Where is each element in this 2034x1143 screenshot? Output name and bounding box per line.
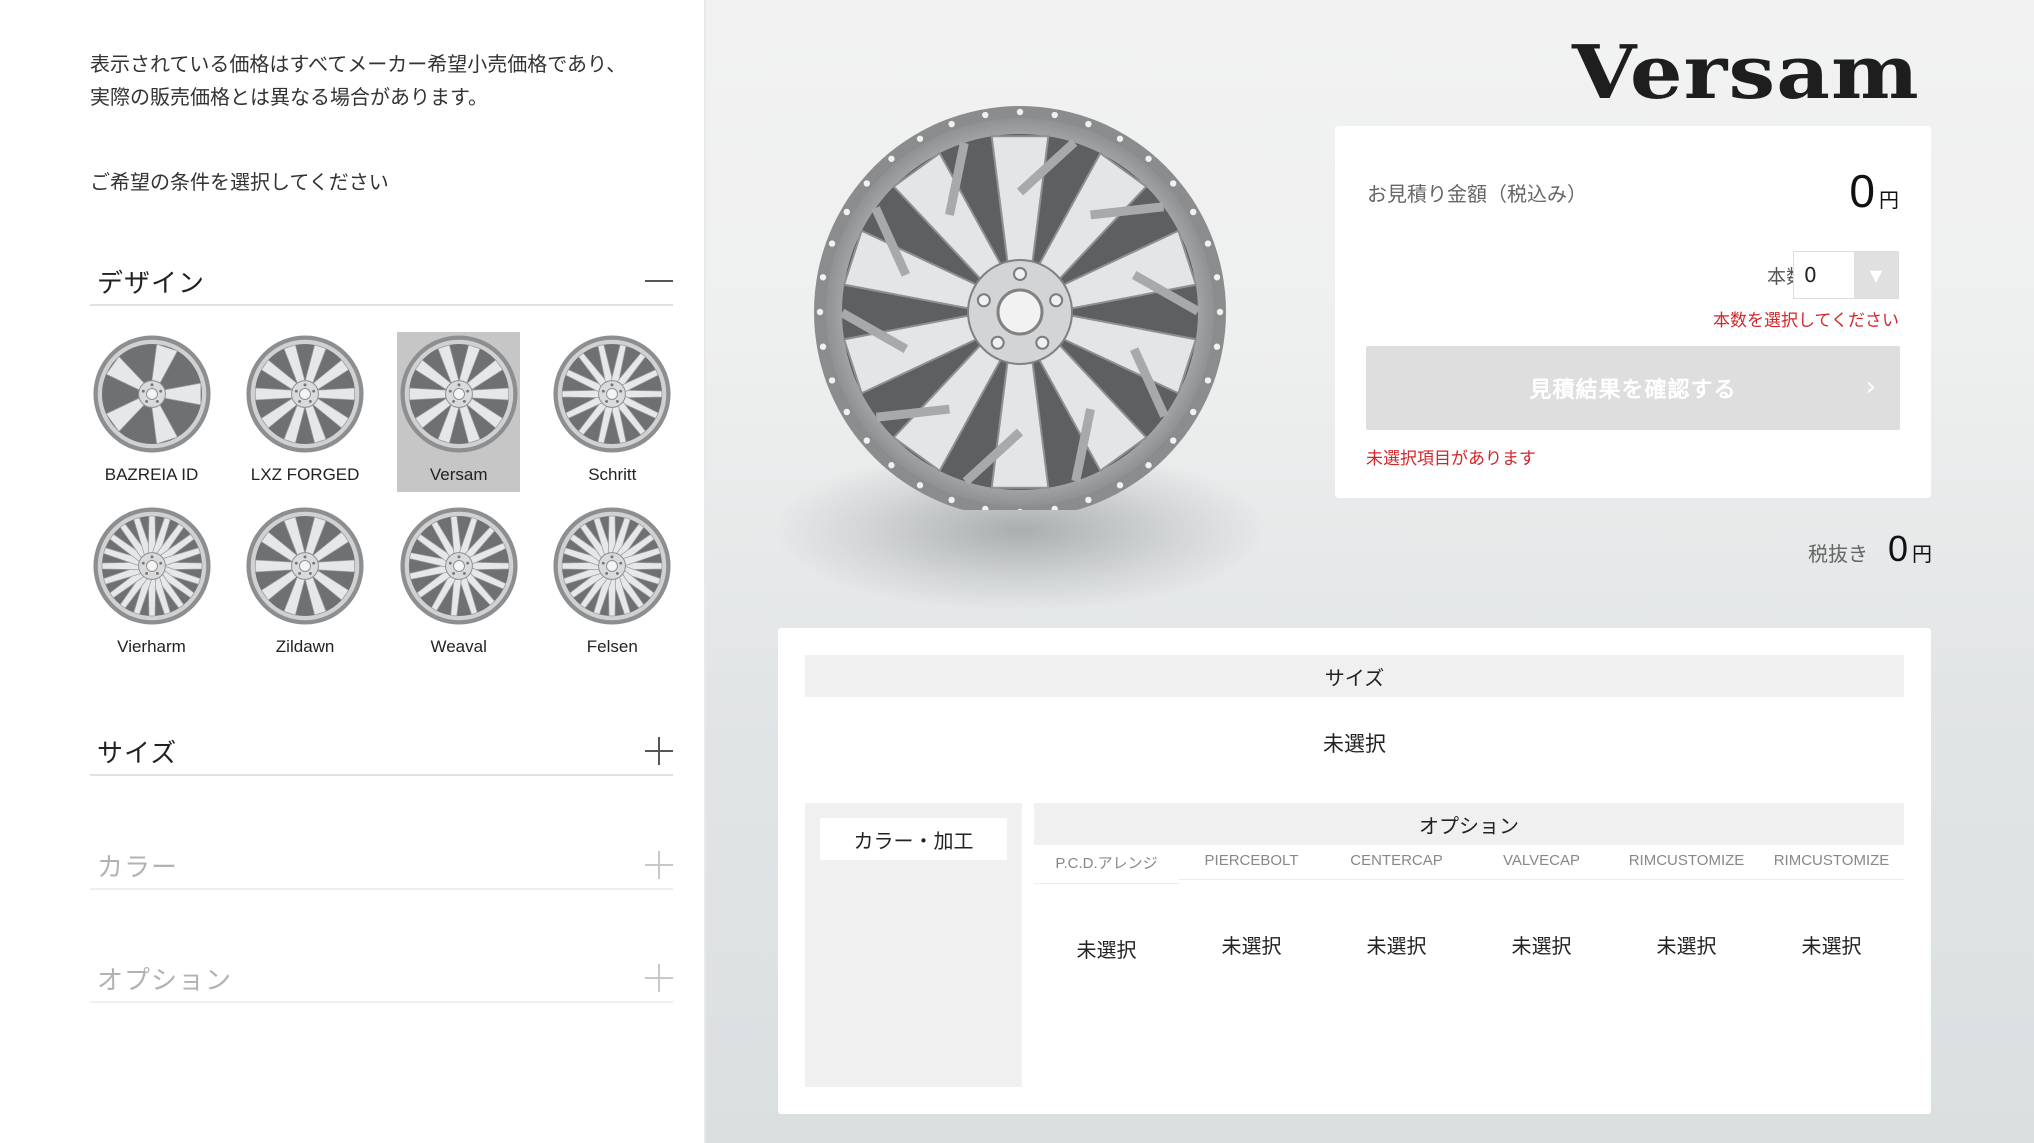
selection-summary: サイズ 未選択 カラー・加工 オプション P.C.D.アレンジ 未選択 PIERCE… <box>778 628 1931 1114</box>
tax-excluded-unit: 円 <box>1912 542 1932 566</box>
expand-icon[interactable] <box>645 964 673 992</box>
section-size-title: サイズ <box>97 738 178 769</box>
quote-amount: 0 円 <box>1849 164 1899 218</box>
price-notice: 表示されている価格はすべてメーカー希望小売価格であり、 実際の販売価格とは異なる… <box>90 48 690 114</box>
option-column: VALVECAP 未選択 <box>1469 852 1614 963</box>
option-column: CENTERCAP 未選択 <box>1324 852 1469 963</box>
summary-size-header: サイズ <box>805 655 1904 697</box>
option-column-header: RIMCUSTOMIZE <box>1614 852 1759 880</box>
design-option-felsen[interactable]: Felsen <box>551 504 674 664</box>
price-notice-line-2: 実際の販売価格とは異なる場合があります。 <box>90 85 488 109</box>
unselected-warning: 未選択項目があります <box>1366 449 1536 469</box>
option-column-header: PIERCEBOLT <box>1179 852 1324 880</box>
option-column-value: 未選択 <box>1656 934 1717 958</box>
design-option-schritt[interactable]: Schritt <box>551 332 674 492</box>
summary-option-header: オプション <box>1034 803 1904 845</box>
design-option-lxz-forged[interactable]: LXZ FORGED <box>244 332 367 492</box>
expand-icon[interactable] <box>645 737 673 765</box>
option-column: RIMCUSTOMIZE 未選択 <box>1614 852 1759 963</box>
section-size-header[interactable]: サイズ <box>90 728 673 776</box>
design-option-vierharm[interactable]: Vierharm <box>90 504 213 664</box>
design-option-label: Weaval <box>430 637 487 656</box>
wheel-thumbnail <box>244 332 367 455</box>
option-column: P.C.D.アレンジ未選択 <box>1034 852 1179 963</box>
design-option-label: Felsen <box>586 637 638 656</box>
design-grid: BAZREIA ID LXZ FORGED Versam Schritt Vierhar… <box>90 332 674 664</box>
option-column-value: 未選択 <box>1366 934 1427 958</box>
wheel-preview <box>770 90 1270 630</box>
summary-size-value: 未選択 <box>1323 732 1386 756</box>
option-column: PIERCEBOLT 未選択 <box>1179 852 1324 963</box>
option-column-value: 未選択 <box>1076 938 1137 962</box>
design-option-label: Zildawn <box>275 637 335 656</box>
design-option-label: BAZREIA ID <box>104 465 199 484</box>
design-option-label: Versam <box>429 465 488 484</box>
wheel-thumbnail <box>551 504 674 627</box>
section-color-title: カラー <box>97 852 179 883</box>
option-column-header: VALVECAP <box>1469 852 1614 880</box>
option-column: RIMCUSTOMIZE 未選択 <box>1759 852 1904 963</box>
quote-label: お見積り金額（税込み） <box>1367 182 1587 206</box>
wheel-thumbnail <box>90 332 213 455</box>
summary-option-columns: P.C.D.アレンジ 未選択 PIERCEBOLT 未選択 CENTERCAP 未選択 VA… <box>1034 852 1904 963</box>
quantity-value: 0 <box>1804 263 1817 287</box>
quantity-error: 本数を選択してください <box>1713 311 1899 331</box>
price-notice-line-1: 表示されている価格はすべてメーカー希望小売価格であり、 <box>90 52 627 76</box>
section-option-header[interactable]: オプション <box>90 955 673 1003</box>
quote-amount-unit: 円 <box>1879 188 1899 212</box>
selection-prompt: ご希望の条件を選択してください <box>90 170 389 194</box>
section-design-title: デザイン <box>97 268 206 299</box>
option-column-header: RIMCUSTOMIZE <box>1759 852 1904 880</box>
option-column-value: 未選択 <box>1221 934 1282 958</box>
tax-excluded-label: 税抜き <box>1807 542 1868 566</box>
quote-card: お見積り金額（税込み） 0 円 本数 0 ▼ 本数を選択してください 見積結果を… <box>1335 126 1931 498</box>
chevron-down-icon[interactable]: ▼ <box>1854 252 1898 298</box>
design-option-label: Schritt <box>588 465 637 484</box>
confirm-estimate-label: 見積結果を確認する <box>1529 378 1737 403</box>
configurator-panel: 表示されている価格はすべてメーカー希望小売価格であり、 実際の販売価格とは異なる… <box>0 0 704 1143</box>
wheel-thumbnail <box>551 332 674 455</box>
section-option-title: オプション <box>97 965 233 996</box>
tax-excluded-value: 0 <box>1887 528 1908 569</box>
tax-excluded-price: 税抜き 0 円 <box>1808 528 1932 570</box>
quote-amount-value: 0 <box>1849 165 1875 217</box>
option-column-header: P.C.D.アレンジ <box>1034 852 1179 884</box>
brand-logo: Versam <box>1572 30 1920 116</box>
collapse-icon[interactable] <box>645 267 673 295</box>
chevron-right-icon: › <box>1865 372 1876 402</box>
wheel-thumbnail <box>244 504 367 627</box>
wheel-preview-image <box>814 106 1226 518</box>
option-column-value: 未選択 <box>1511 934 1572 958</box>
expand-icon[interactable] <box>645 851 673 879</box>
wheel-thumbnail <box>397 504 520 627</box>
confirm-estimate-button[interactable]: 見積結果を確認する › <box>1366 346 1900 430</box>
wheel-thumbnail <box>90 504 213 627</box>
summary-color-header: カラー・加工 <box>820 818 1007 860</box>
section-design-header[interactable]: デザイン <box>90 258 673 306</box>
design-option-weaval[interactable]: Weaval <box>397 504 520 664</box>
wheel-thumbnail <box>397 332 520 455</box>
design-option-versam[interactable]: Versam <box>397 332 521 492</box>
design-option-label: LXZ FORGED <box>250 465 360 484</box>
option-column-value: 未選択 <box>1801 934 1862 958</box>
section-color-header[interactable]: カラー <box>90 842 673 890</box>
panel-divider <box>704 0 706 1143</box>
summary-color-column: カラー・加工 <box>805 803 1022 1087</box>
design-option-bazreia-id[interactable]: BAZREIA ID <box>90 332 213 492</box>
design-option-label: Vierharm <box>117 637 186 656</box>
quantity-select[interactable]: 0 ▼ <box>1793 251 1899 299</box>
design-option-zildawn[interactable]: Zildawn <box>244 504 367 664</box>
option-column-header: CENTERCAP <box>1324 852 1469 880</box>
